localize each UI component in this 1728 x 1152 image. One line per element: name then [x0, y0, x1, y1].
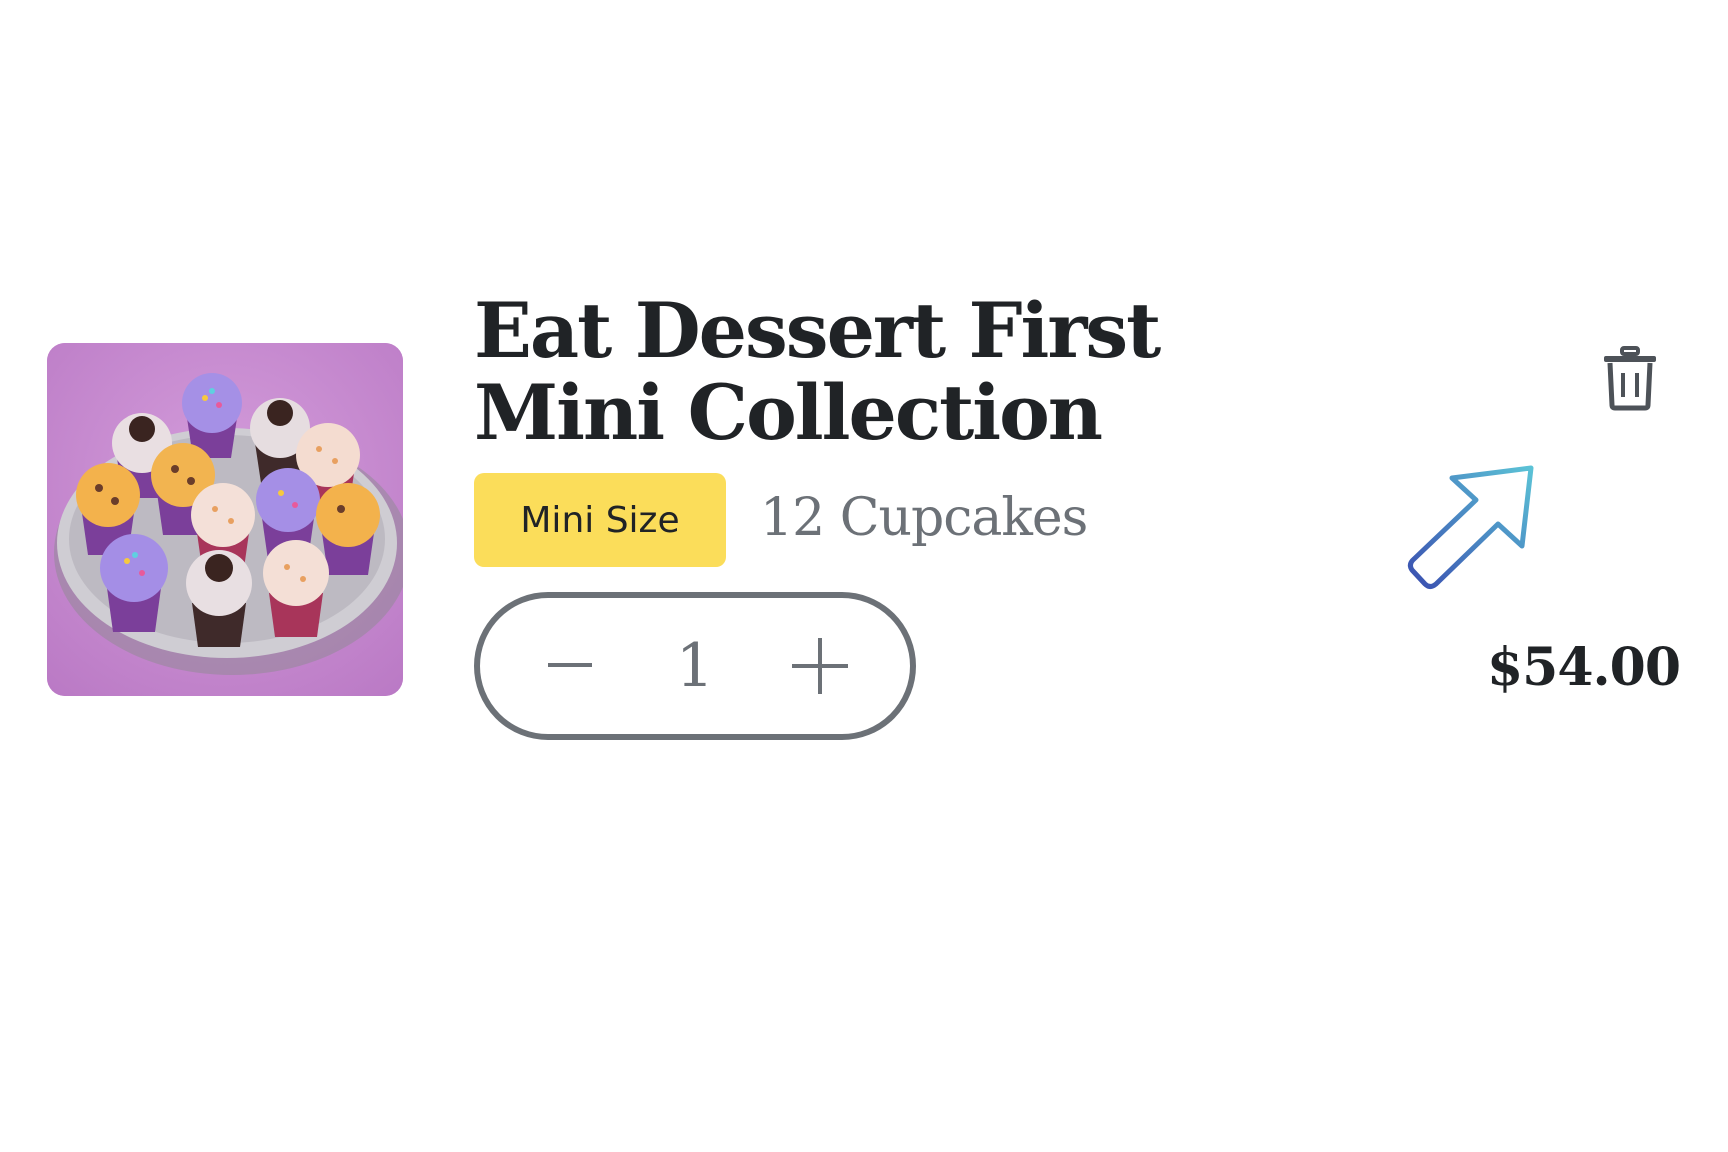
cupcakes-platter-image: [47, 343, 403, 696]
cart-page: Eat Dessert First Mini Collection Mini S…: [0, 0, 1728, 1152]
increase-quantity-button[interactable]: [760, 598, 880, 734]
trash-icon: [1604, 346, 1656, 411]
product-image[interactable]: [47, 343, 403, 696]
decrease-quantity-button[interactable]: [510, 598, 630, 734]
quantity-stepper: 1: [474, 592, 916, 740]
plus-icon: [792, 638, 848, 694]
size-badge: Mini Size: [474, 473, 726, 567]
quantity-value: 1: [675, 631, 715, 701]
cart-item: Eat Dessert First Mini Collection Mini S…: [0, 0, 1728, 1152]
item-price: $54.00: [1486, 637, 1681, 698]
cupcake-count: 12 Cupcakes: [760, 488, 1088, 548]
product-title[interactable]: Eat Dessert First Mini Collection: [474, 290, 1354, 454]
minus-icon: [548, 663, 592, 667]
remove-item-button[interactable]: [1590, 338, 1670, 418]
